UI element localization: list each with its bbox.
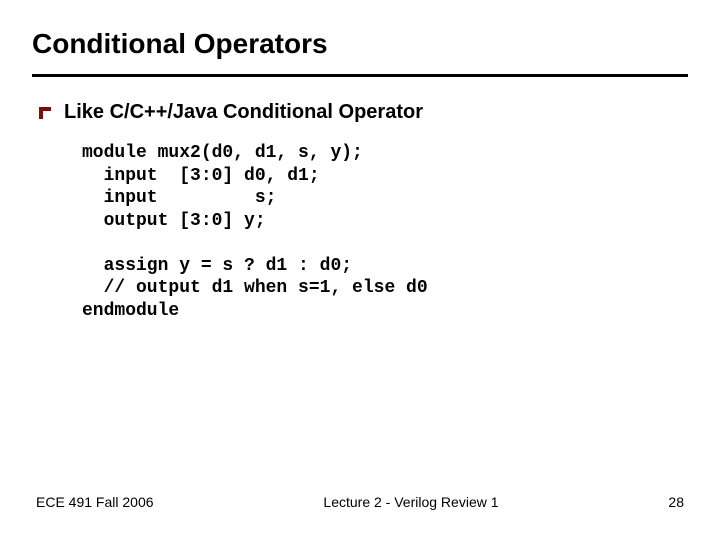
- slide-title: Conditional Operators: [32, 28, 688, 60]
- slide: Conditional Operators Like C/C++/Java Co…: [0, 0, 720, 540]
- footer-left: ECE 491 Fall 2006: [36, 494, 154, 510]
- footer-center: Lecture 2 - Verilog Review 1: [154, 494, 669, 510]
- code-block: module mux2(d0, d1, s, y); input [3:0] d…: [82, 142, 688, 322]
- bullet-square-icon: [38, 106, 52, 120]
- bullet-item: Like C/C++/Java Conditional Operator: [38, 101, 688, 124]
- footer-page: 28: [668, 494, 684, 510]
- slide-footer: ECE 491 Fall 2006 Lecture 2 - Verilog Re…: [0, 494, 720, 510]
- title-divider: [32, 74, 688, 77]
- bullet-text: Like C/C++/Java Conditional Operator: [64, 101, 423, 124]
